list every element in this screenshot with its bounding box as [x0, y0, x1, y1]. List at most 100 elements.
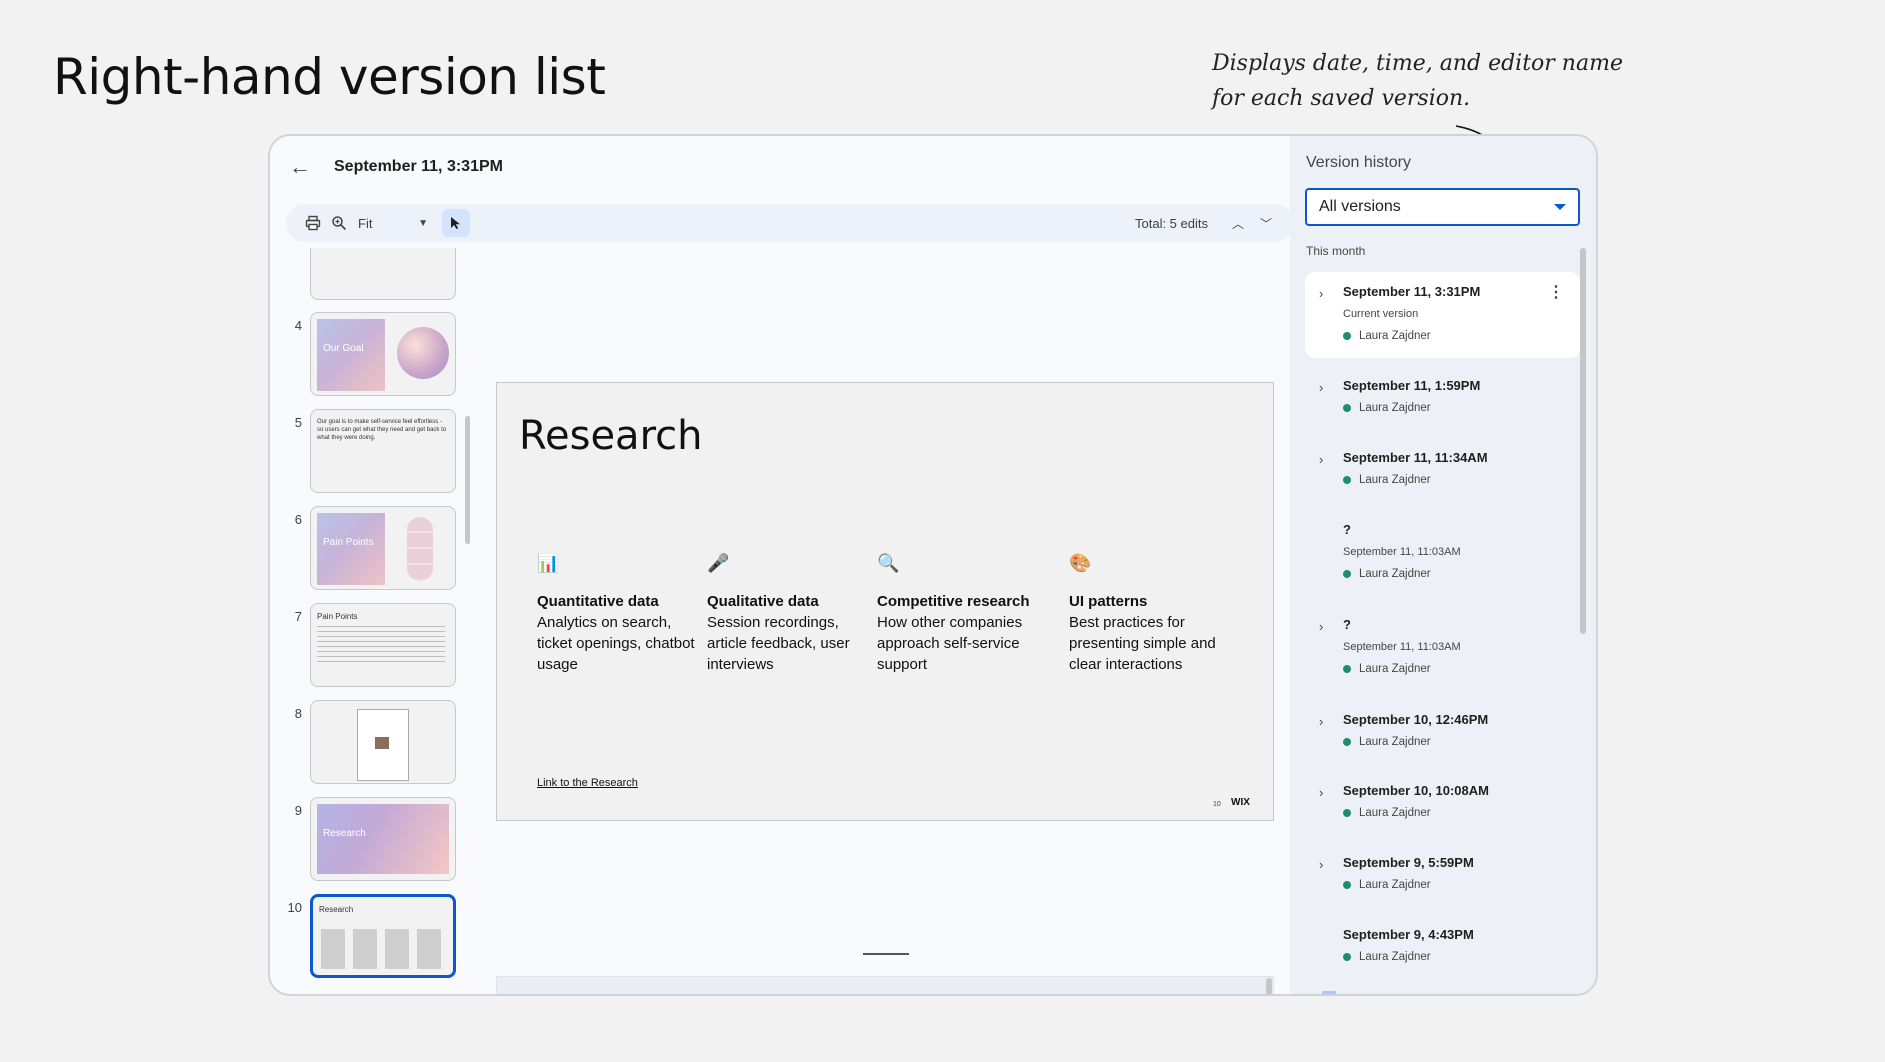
chevron-right-icon[interactable]: ›: [1319, 714, 1323, 729]
version-editor: Laura Zajdner: [1343, 736, 1431, 748]
palette-icon: 🎨: [1069, 553, 1092, 573]
research-link[interactable]: Link to the Research: [537, 777, 638, 789]
thumbnail-label: Pain Points: [317, 612, 358, 621]
slide-number: 8: [294, 706, 302, 721]
main-scrollbar[interactable]: [1266, 978, 1272, 994]
editor-name: Laura Zajdner: [1359, 474, 1431, 486]
editor-color-dot: [1343, 953, 1351, 961]
version-item[interactable]: › September 9, 5:59PM Laura Zajdner: [1305, 843, 1580, 907]
slide-number: 7: [294, 609, 302, 624]
research-column: 🎤 Qualitative data Session recordings, a…: [707, 553, 877, 675]
version-editor: Laura Zajdner: [1343, 663, 1431, 675]
chevron-right-icon[interactable]: ›: [1319, 380, 1323, 395]
version-name: ?: [1343, 522, 1351, 537]
arrow-left-icon[interactable]: ←: [288, 155, 312, 179]
slide-thumbnail-strip: 4 Our Goal 5 Our goal is to make self-se…: [270, 248, 470, 994]
doc-header: ← September 11, 3:31PM: [288, 152, 503, 182]
research-column: 📊 Quantitative data Analytics on search,…: [537, 553, 707, 675]
slide-number: 4: [294, 318, 302, 333]
editor-color-dot: [1343, 476, 1351, 484]
version-item[interactable]: › ? September 11, 11:03AM Laura Zajdner: [1305, 605, 1580, 691]
thumbnail-label: Pain Points: [323, 537, 374, 548]
version-label: Current version: [1343, 308, 1419, 320]
caret-down-icon: [1554, 204, 1566, 210]
chevron-right-icon[interactable]: ›: [1319, 619, 1323, 634]
thumbnail-row-partial: [270, 248, 470, 300]
version-filter-value: All versions: [1319, 198, 1401, 215]
version-editor: Laura Zajdner: [1343, 402, 1431, 414]
gradient-image: [317, 319, 385, 391]
version-item[interactable]: › September 10, 12:46PM Laura Zajdner: [1305, 700, 1580, 764]
slide-thumbnail[interactable]: [310, 700, 456, 784]
thumbnail-columns: [321, 929, 445, 969]
version-history-panel: Version history All versions This month …: [1290, 136, 1596, 994]
editor-color-dot: [1343, 881, 1351, 889]
slide-number: 6: [294, 512, 302, 527]
slide-thumbnail-selected[interactable]: Research: [310, 894, 456, 978]
thumbnail-row: 5 Our goal is to make self-service feel …: [270, 409, 470, 493]
version-item-current[interactable]: › September 11, 3:31PM Current version L…: [1305, 272, 1580, 358]
thumbnail-label: Our Goal: [323, 343, 364, 354]
column-heading: Quantitative data: [537, 593, 659, 610]
version-date: September 11, 1:59PM: [1343, 378, 1481, 393]
slide-thumbnail[interactable]: Our Goal: [310, 312, 456, 396]
thumbnail-label: Research: [319, 905, 354, 914]
column-body: Best practices for presenting simple and…: [1069, 614, 1216, 673]
bar-chart-icon: 📊: [537, 553, 560, 573]
wix-logo: WIX: [1231, 797, 1250, 808]
chevron-right-icon[interactable]: ›: [1319, 452, 1323, 467]
chevron-up-icon[interactable]: ︿: [1224, 215, 1252, 232]
version-item[interactable]: ? September 11, 11:03AM Laura Zajdner: [1305, 510, 1580, 596]
version-filter-dropdown[interactable]: All versions: [1305, 188, 1580, 226]
chevron-right-icon[interactable]: ›: [1319, 857, 1323, 872]
version-editor: Laura Zajdner: [1343, 951, 1431, 963]
version-list-scrollbar[interactable]: [1580, 248, 1586, 634]
research-column: 🎨 UI patterns Best practices for present…: [1069, 553, 1239, 675]
editor-name: Laura Zajdner: [1359, 663, 1431, 675]
printer-icon[interactable]: [300, 210, 326, 236]
slide-number: 9: [294, 803, 302, 818]
gradient-image: [317, 804, 449, 874]
slide-thumbnail[interactable]: Research: [310, 797, 456, 881]
column-body: Analytics on search, ticket openings, ch…: [537, 614, 695, 673]
version-date: September 11, 11:34AM: [1343, 450, 1488, 465]
version-item[interactable]: › September 11, 11:34AM Laura Zajdner: [1305, 438, 1580, 502]
zoom-icon[interactable]: [326, 210, 352, 236]
thumbnail-text-lines: [317, 626, 445, 666]
zoom-select[interactable]: Fit ▼: [358, 216, 428, 231]
editor-name: Laura Zajdner: [1359, 879, 1431, 891]
cursor-icon[interactable]: [442, 209, 470, 237]
version-editor: Laura Zajdner: [1343, 330, 1431, 342]
version-date: September 10, 10:08AM: [1343, 783, 1489, 798]
magnifier-icon: 🔍: [877, 553, 900, 573]
research-column: 🔍 Competitive research How other compani…: [877, 553, 1047, 675]
column-body: Session recordings, article feedback, us…: [707, 614, 850, 673]
chevron-right-icon[interactable]: ›: [1319, 286, 1323, 301]
zoom-value: Fit: [358, 215, 373, 231]
version-item[interactable]: › September 10, 10:08AM Laura Zajdner: [1305, 771, 1580, 835]
slide-thumbnail[interactable]: Our goal is to make self-service feel ef…: [310, 409, 456, 493]
column-heading: UI patterns: [1069, 593, 1148, 610]
thumbnail-scrollbar[interactable]: [465, 416, 470, 544]
slide-thumbnail[interactable]: Pain Points: [310, 506, 456, 590]
slide-number: 5: [294, 415, 302, 430]
version-editor: Laura Zajdner: [1343, 879, 1431, 891]
drag-handle[interactable]: [863, 953, 909, 955]
slide-thumbnail[interactable]: [310, 248, 456, 300]
version-editor: Laura Zajdner: [1343, 568, 1431, 580]
chevron-right-icon[interactable]: ›: [1319, 785, 1323, 800]
more-vert-icon[interactable]: ⋮: [1548, 282, 1564, 302]
version-name: ?: [1343, 617, 1351, 632]
annotation-note: Displays date, time, and editor name for…: [1212, 46, 1632, 116]
thumbnail-row: 6 Pain Points: [270, 506, 470, 590]
version-date: September 10, 12:46PM: [1343, 712, 1489, 727]
version-item[interactable]: September 9, 4:43PM Laura Zajdner: [1305, 915, 1580, 979]
thumbnail-row: 9 Research: [270, 797, 470, 881]
chevron-down-icon[interactable]: ﹀: [1252, 215, 1280, 232]
next-item-indicator: [1322, 991, 1336, 994]
page-title: Right-hand version list: [53, 48, 606, 106]
slide-thumbnail[interactable]: Pain Points: [310, 603, 456, 687]
version-item[interactable]: › September 11, 1:59PM Laura Zajdner: [1305, 366, 1580, 430]
editor-name: Laura Zajdner: [1359, 807, 1431, 819]
editor-color-dot: [1343, 738, 1351, 746]
